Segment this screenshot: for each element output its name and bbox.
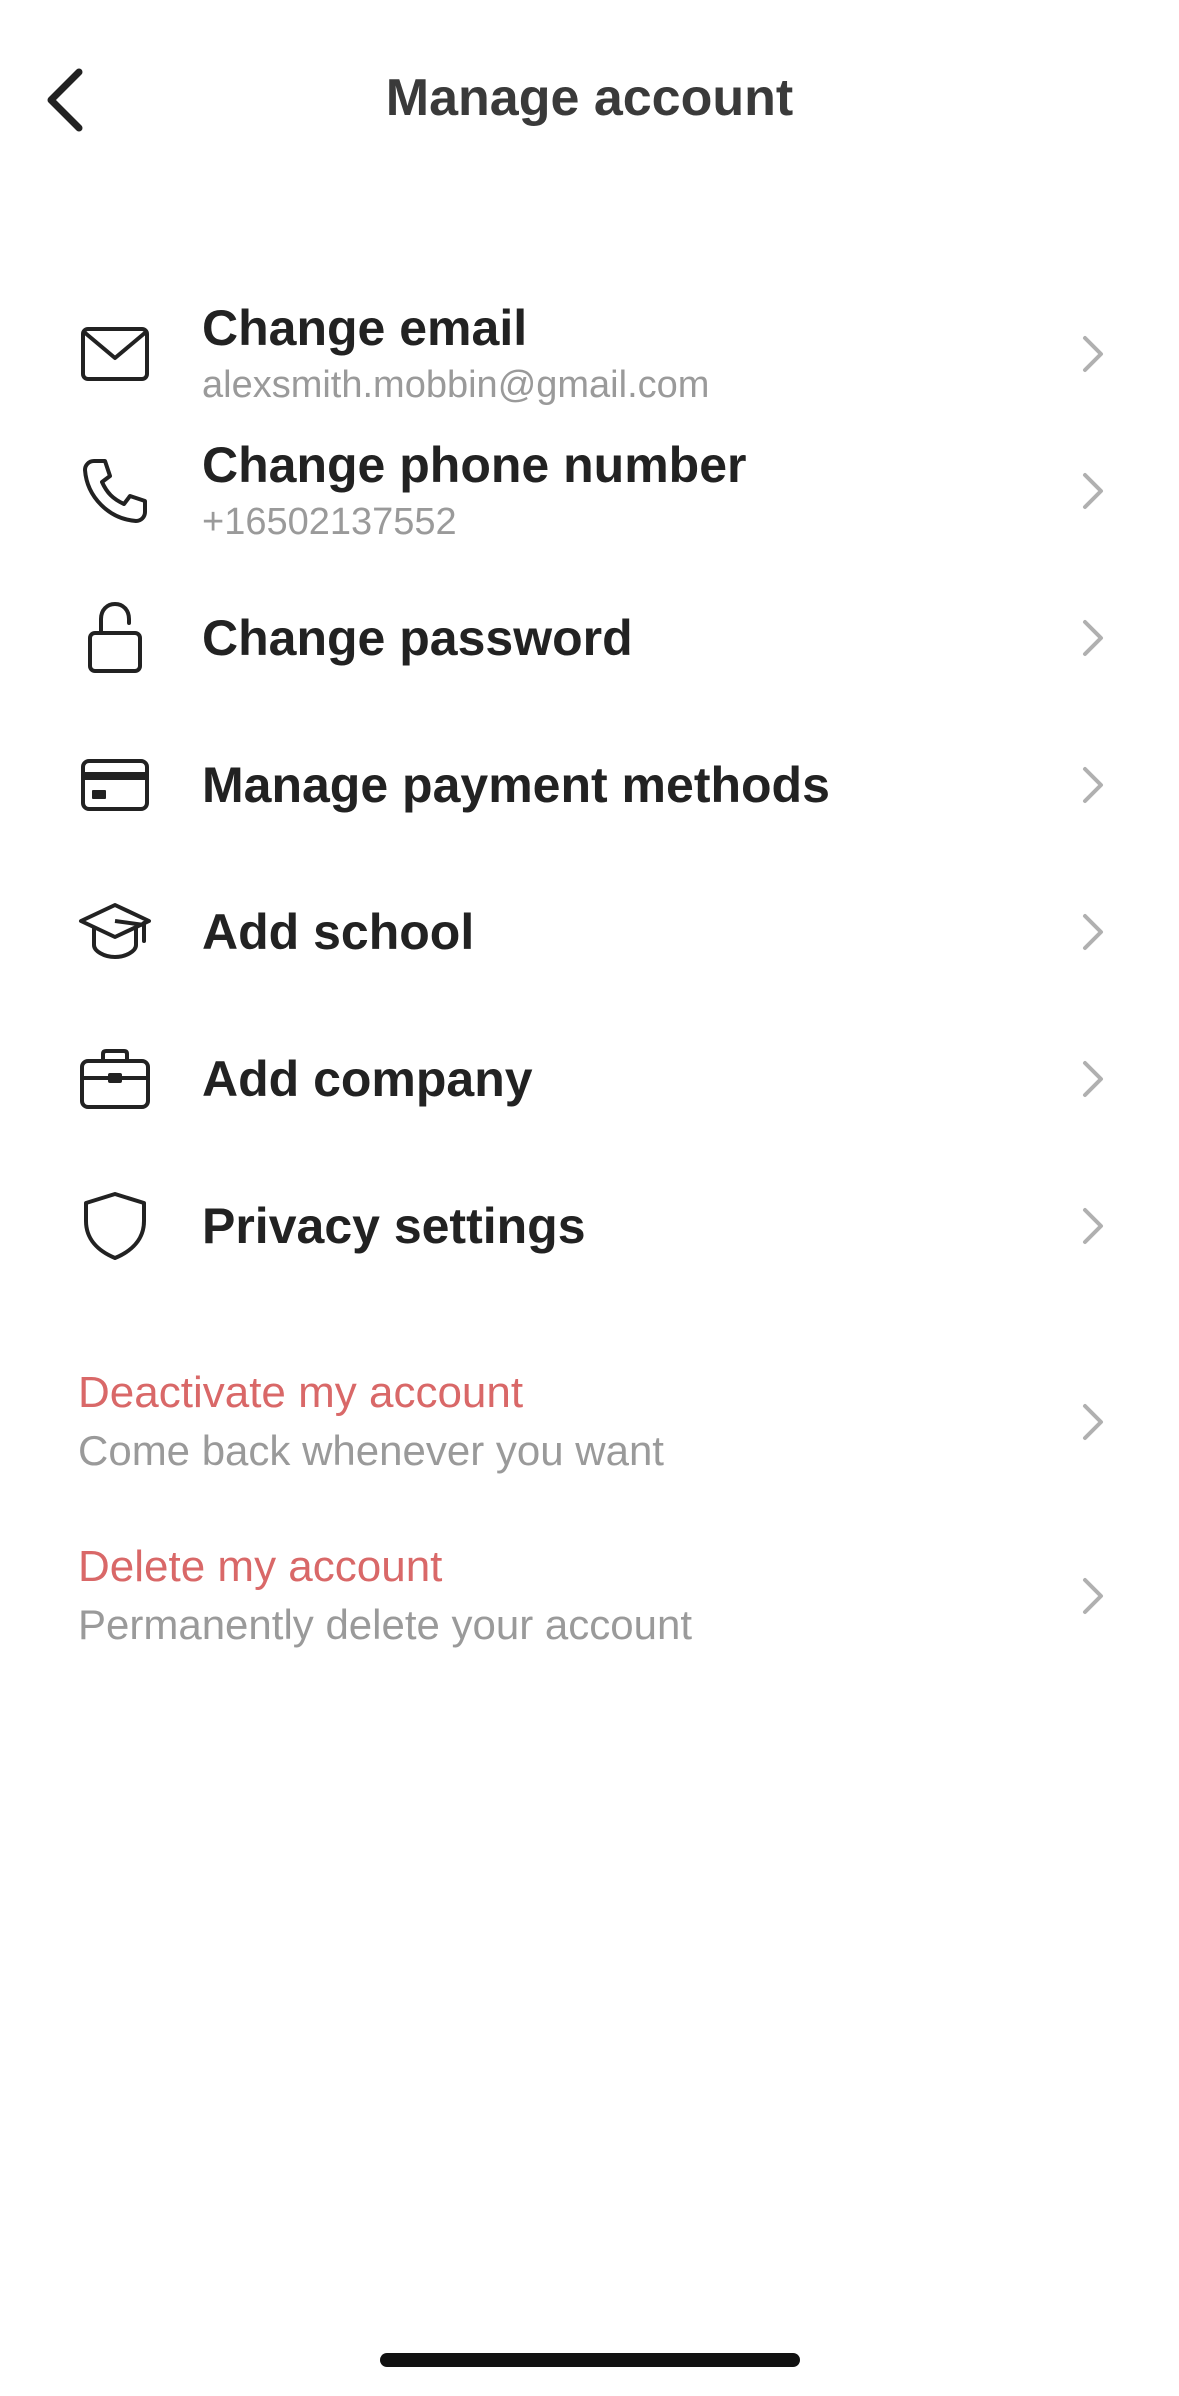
add-company-label: Add company bbox=[202, 1050, 533, 1107]
chevron-right-icon bbox=[1073, 329, 1113, 379]
header: Manage account bbox=[0, 0, 1179, 200]
chevron-right-icon bbox=[1073, 1571, 1113, 1621]
payment-methods-row[interactable]: Manage payment methods bbox=[0, 711, 1179, 858]
privacy-settings-label: Privacy settings bbox=[202, 1197, 586, 1254]
danger-zone: Deactivate my account Come back whenever… bbox=[0, 1335, 1179, 1683]
change-password-row[interactable]: Change password bbox=[0, 564, 1179, 711]
delete-account-label: Delete my account bbox=[78, 1542, 443, 1591]
home-indicator bbox=[380, 2353, 800, 2367]
add-school-label: Add school bbox=[202, 903, 475, 960]
add-company-row[interactable]: Add company bbox=[0, 1005, 1179, 1152]
chevron-right-icon bbox=[1073, 760, 1113, 810]
account-menu: Change email alexsmith.mobbin@gmail.com … bbox=[0, 290, 1179, 1299]
chevron-right-icon bbox=[1073, 1054, 1113, 1104]
shield-icon bbox=[78, 1189, 152, 1263]
change-email-label: Change email bbox=[202, 300, 528, 356]
phone-icon bbox=[78, 454, 152, 528]
unlock-icon bbox=[78, 601, 152, 675]
chevron-right-icon bbox=[1073, 1201, 1113, 1251]
privacy-settings-row[interactable]: Privacy settings bbox=[0, 1152, 1179, 1299]
change-email-row[interactable]: Change email alexsmith.mobbin@gmail.com bbox=[0, 290, 1179, 418]
add-school-row[interactable]: Add school bbox=[0, 858, 1179, 1005]
chevron-right-icon bbox=[1073, 466, 1113, 516]
page-title: Manage account bbox=[385, 69, 794, 127]
chevron-right-icon bbox=[1073, 1397, 1113, 1447]
change-password-label: Change password bbox=[202, 609, 633, 666]
change-phone-label: Change phone number bbox=[202, 437, 747, 493]
change-phone-row[interactable]: Change phone number +16502137552 bbox=[0, 418, 1179, 564]
graduation-cap-icon bbox=[78, 895, 152, 969]
delete-account-description: Permanently delete your account bbox=[78, 1601, 693, 1648]
chevron-right-icon bbox=[1073, 613, 1113, 663]
delete-account-row[interactable]: Delete my account Permanently delete you… bbox=[0, 1509, 1179, 1683]
payment-methods-label: Manage payment methods bbox=[202, 756, 830, 813]
mail-icon bbox=[78, 317, 152, 391]
phone-value: +16502137552 bbox=[202, 501, 457, 543]
chevron-right-icon bbox=[1073, 907, 1113, 957]
email-value: alexsmith.mobbin@gmail.com bbox=[202, 364, 710, 406]
deactivate-account-description: Come back whenever you want bbox=[78, 1427, 664, 1474]
deactivate-account-label: Deactivate my account bbox=[78, 1368, 524, 1417]
deactivate-account-row[interactable]: Deactivate my account Come back whenever… bbox=[0, 1335, 1179, 1509]
credit-card-icon bbox=[78, 748, 152, 822]
briefcase-icon bbox=[78, 1042, 152, 1116]
